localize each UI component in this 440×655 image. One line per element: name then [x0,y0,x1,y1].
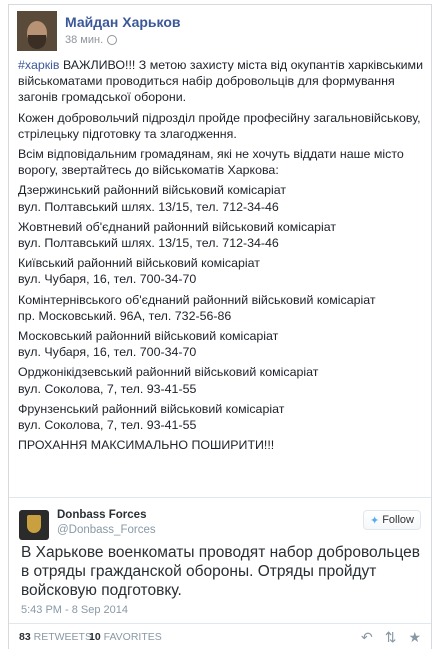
office-item: Київський районний військовий комісаріат… [18,255,426,287]
retweets-count: 83 [19,631,31,643]
favorite-icon[interactable]: ★ [408,629,421,646]
post-paragraph-training: Кожен добровольчий підрозділ пройде проф… [18,110,421,141]
tweet-actions: ↶ ⇅ ★ [361,629,421,646]
embedded-tweet: Donbass Forces @Donbass_Forces ✦ Follow … [9,497,431,651]
favorites-label: FAVORITES [103,631,162,643]
tweet-avatar[interactable] [19,510,49,540]
post-closing: ПРОХАННЯ МАКСИМАЛЬНО ПОШИРИТИ!!! [18,438,275,453]
facebook-post: Майдан Харьков 38 мин. #харків ВАЖЛИВО!!… [9,5,431,497]
office-address: пр. Московський. 96А, тел. 732-56-86 [18,308,232,323]
office-name: Київський районний військовий комісаріат [18,256,260,271]
office-item: Фрунзенський районний військовий комісар… [18,401,426,433]
office-name: Дзержинський районний військовий комісар… [18,183,287,198]
office-name: Фрунзенський районний військовий комісар… [18,401,285,416]
shield-logo-icon [27,515,41,533]
office-name: Жовтневий об'єднаний районний військовий… [18,219,337,234]
twitter-bird-icon: ✦ [369,514,380,527]
post-body: #харків ВАЖЛИВО!!! З метою захисту міста… [18,57,426,457]
office-name: Комінтернівського об'єднаний районний ві… [18,292,376,307]
office-name: Орджонікідзевський районний військовий к… [18,365,319,380]
office-item: Дзержинський районний військовий комісар… [18,182,426,214]
office-item: Московський районний військовий комісарі… [18,328,426,360]
intro-text: ВАЖЛИВО!!! З метою захисту міста від оку… [18,58,423,105]
follow-button[interactable]: ✦ Follow [363,510,421,530]
favorites-count: 10 [89,631,101,643]
office-name: Московський районний військовий комісарі… [18,329,279,344]
office-address: вул. Чубаря, 16, тел. 700-34-70 [18,345,197,360]
globe-icon [107,35,118,45]
tweet-stats-bar: 83 RETWEETS 10 FAVORITES ↶ ⇅ ★ [9,623,431,651]
office-address: вул. Соколова, 7, тел. 93-41-55 [18,418,197,433]
tweet-author-name[interactable]: Donbass Forces [57,509,146,521]
office-address: вул. Полтавський шлях. 13/15, тел. 712-3… [18,236,279,251]
office-address: вул. Соколова, 7, тел. 93-41-55 [18,381,197,396]
tweet-author-handle[interactable]: @Donbass_Forces [57,524,156,536]
avatar-beard [28,35,46,49]
tweet-date[interactable]: 5:43 PM - 8 Sep 2014 [21,604,128,616]
screenshot-card: Майдан Харьков 38 мин. #харків ВАЖЛИВО!!… [8,4,432,651]
retweets-stat[interactable]: 83 RETWEETS [19,631,92,643]
post-meta: 38 мин. [65,34,118,46]
reply-icon[interactable]: ↶ [361,629,373,646]
post-intro: #харків ВАЖЛИВО!!! З метою захисту міста… [18,57,426,106]
office-item: Жовтневий об'єднаний районний військовий… [18,219,426,251]
retweet-icon[interactable]: ⇅ [385,629,397,646]
follow-label: Follow [382,514,414,526]
post-paragraph-appeal: Всім відповідальним громадянам, які не х… [18,147,404,178]
favorites-stat[interactable]: 10 FAVORITES [89,631,162,643]
office-item: Комінтернівського об'єднаний районний ві… [18,292,426,324]
retweets-label: RETWEETS [33,631,92,643]
office-address: вул. Чубаря, 16, тел. 700-34-70 [18,272,197,287]
tweet-text: В Харькове военкоматы проводят набор доб… [21,544,421,599]
office-item: Орджонікідзевський районний військовий к… [18,364,426,396]
post-time[interactable]: 38 мин. [65,34,103,46]
office-address: вул. Полтавський шлях. 13/15, тел. 712-3… [18,199,279,214]
page-name-link[interactable]: Майдан Харьков [65,14,181,30]
page-avatar[interactable] [17,11,57,51]
hashtag-link[interactable]: #харків [18,58,60,72]
